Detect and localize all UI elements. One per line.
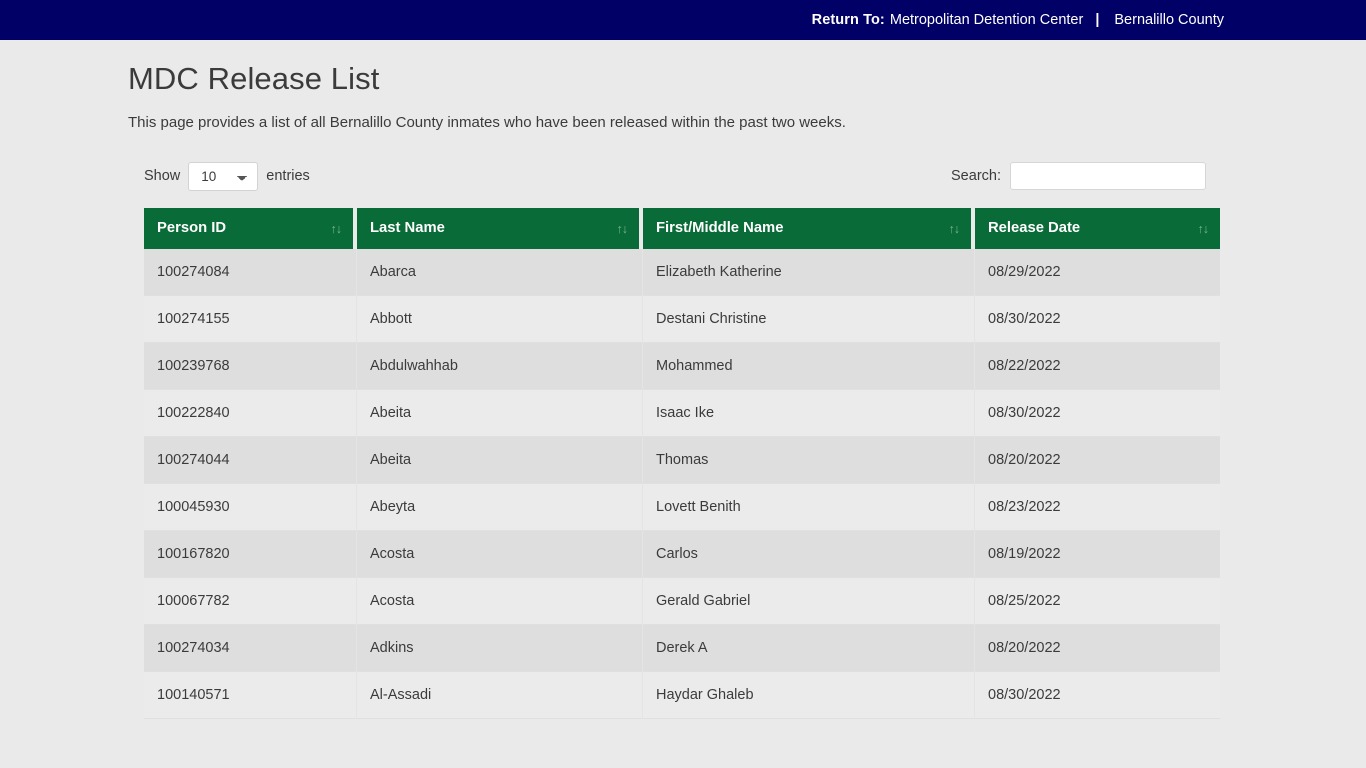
column-header-release-date[interactable]: Release Date ↑↓ [975,208,1220,249]
page-title: MDC Release List [128,61,380,96]
table-body: 100274084 Abarca Elizabeth Katherine 08/29/… [144,249,1220,719]
page-length-control: Show 10 25 50 100 entries [144,161,310,191]
cell-release-date: 08/20/2022 [975,437,1220,484]
cell-last-name: Acosta [357,578,643,625]
table-head: Person ID ↑↓ Last Name ↑↓ First/Middle N… [144,208,1220,249]
cell-person-id: 100067782 [144,578,357,625]
table-row[interactable]: 100067782 Acosta Gerald Gabriel 08/25/2022 [144,578,1220,625]
cell-person-id: 100274044 [144,437,357,484]
search-label: Search: [951,168,1001,184]
cell-release-date: 08/22/2022 [975,343,1220,390]
cell-last-name: Acosta [357,531,643,578]
topbar-separator: | [1095,12,1100,28]
search-control: Search: [951,162,1206,190]
cell-first-middle-name: Derek A [643,625,975,672]
release-list-table: Person ID ↑↓ Last Name ↑↓ First/Middle N… [144,208,1220,719]
table-header-row: Person ID ↑↓ Last Name ↑↓ First/Middle N… [144,208,1220,249]
cell-person-id: 100274084 [144,249,357,296]
cell-release-date: 08/20/2022 [975,625,1220,672]
cell-release-date: 08/30/2022 [975,390,1220,437]
cell-release-date: 08/30/2022 [975,672,1220,719]
cell-first-middle-name: Isaac Ike [643,390,975,437]
cell-release-date: 08/23/2022 [975,484,1220,531]
column-header-label: First/Middle Name [656,220,784,236]
cell-release-date: 08/25/2022 [975,578,1220,625]
sort-arrows-icon[interactable]: ↑↓ [331,222,342,236]
column-header-last-name[interactable]: Last Name ↑↓ [357,208,643,249]
sort-arrows-icon[interactable]: ↑↓ [1198,222,1209,236]
page-content: MDC Release List This page provides a li… [0,61,1366,719]
column-header-person-id[interactable]: Person ID ↑↓ [144,208,357,249]
page-length-select[interactable]: 10 25 50 100 [188,161,259,191]
cell-person-id: 100167820 [144,531,357,578]
column-header-label: Release Date [988,220,1081,236]
cell-last-name: Abeita [357,390,643,437]
cell-last-name: Al-Assadi [357,672,643,719]
datatable-controls: Show 10 25 50 100 entries Search: [128,161,1222,191]
cell-person-id: 100274034 [144,625,357,672]
cell-person-id: 100045930 [144,484,357,531]
cell-first-middle-name: Gerald Gabriel [643,578,975,625]
table-row[interactable]: 100140571 Al-Assadi Haydar Ghaleb 08/30/202… [144,672,1220,719]
sort-arrows-icon[interactable]: ↑↓ [949,222,960,236]
cell-last-name: Abdulwahhab [357,343,643,390]
cell-release-date: 08/19/2022 [975,531,1220,578]
cell-last-name: Abeyta [357,484,643,531]
cell-last-name: Adkins [357,625,643,672]
cell-first-middle-name: Thomas [643,437,975,484]
cell-first-middle-name: Elizabeth Katherine [643,249,975,296]
cell-person-id: 100239768 [144,343,357,390]
column-header-label: Last Name [370,220,445,236]
cell-person-id: 100140571 [144,672,357,719]
table-row[interactable]: 100274084 Abarca Elizabeth Katherine 08/29/… [144,249,1220,296]
column-header-first-middle-name[interactable]: First/Middle Name ↑↓ [643,208,975,249]
cell-first-middle-name: Lovett Benith [643,484,975,531]
cell-first-middle-name: Mohammed [643,343,975,390]
link-bernalillo-county[interactable]: Bernalillo County [1114,12,1224,28]
show-label: Show [144,168,181,184]
cell-last-name: Abeita [357,437,643,484]
cell-first-middle-name: Destani Christine [643,296,975,343]
top-navigation-bar: Return To: Metropolitan Detention Center… [0,0,1366,40]
return-to-label: Return To: [811,12,885,28]
cell-last-name: Abbott [357,296,643,343]
table-row[interactable]: 100239768 Abdulwahhab Mohammed 08/22/2022 [144,343,1220,390]
table-row[interactable]: 100045930 Abeyta Lovett Benith 08/23/2022 [144,484,1220,531]
cell-last-name: Abarca [357,249,643,296]
datatable-container: Show 10 25 50 100 entries Search: [128,161,1222,719]
search-input[interactable] [1010,162,1206,190]
page-description: This page provides a list of all Bernali… [128,114,846,131]
table-row[interactable]: 100222840 Abeita Isaac Ike 08/30/2022 [144,390,1220,437]
table-row[interactable]: 100274044 Abeita Thomas 08/20/2022 [144,437,1220,484]
cell-first-middle-name: Haydar Ghaleb [643,672,975,719]
table-row[interactable]: 100167820 Acosta Carlos 08/19/2022 [144,531,1220,578]
cell-first-middle-name: Carlos [643,531,975,578]
table-row[interactable]: 100274155 Abbott Destani Christine 08/30/20… [144,296,1220,343]
cell-person-id: 100274155 [144,296,357,343]
link-metropolitan-detention-center[interactable]: Metropolitan Detention Center [890,12,1083,28]
table-row[interactable]: 100274034 Adkins Derek A 08/20/2022 [144,625,1220,672]
cell-person-id: 100222840 [144,390,357,437]
sort-arrows-icon[interactable]: ↑↓ [617,222,628,236]
entries-label: entries [266,168,310,184]
cell-release-date: 08/30/2022 [975,296,1220,343]
cell-release-date: 08/29/2022 [975,249,1220,296]
column-header-label: Person ID [157,220,227,236]
